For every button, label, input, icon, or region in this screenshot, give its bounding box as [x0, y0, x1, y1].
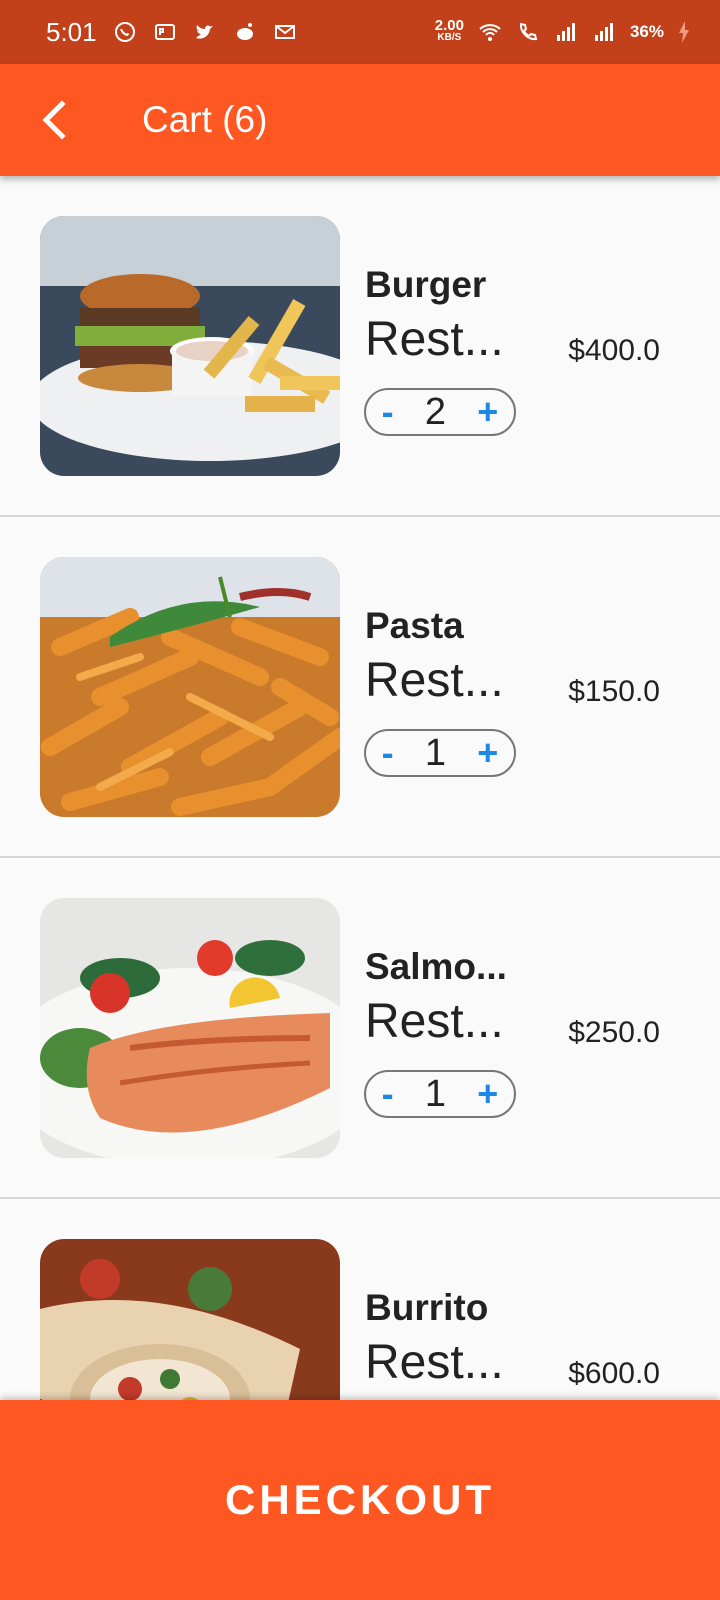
whatsapp-icon	[113, 20, 137, 44]
status-time: 5:01	[46, 16, 97, 47]
cart-item-burger[interactable]: Burger Rest... $400.0 - 2 +	[0, 176, 720, 517]
cart-list[interactable]: Burger Rest... $400.0 - 2 + Pasta Rest..…	[0, 176, 720, 1400]
item-restaurant: Rest...	[365, 995, 504, 1048]
increment-button[interactable]: +	[477, 735, 498, 771]
increment-button[interactable]: +	[477, 1076, 498, 1112]
cart-item-salmon[interactable]: Salmo... Rest... $250.0 - 1 +	[0, 858, 720, 1199]
quantity-stepper: - 1 +	[364, 729, 516, 777]
signal-2-icon	[592, 20, 616, 44]
item-price: $600.0	[568, 1357, 660, 1390]
paytm-icon	[153, 20, 177, 44]
food-image	[40, 557, 340, 817]
chevron-left-icon	[42, 100, 66, 140]
food-image	[40, 216, 340, 476]
quantity-value: 1	[424, 731, 447, 774]
page-title: Cart (6)	[142, 99, 268, 140]
cart-item-burrito[interactable]: Burrito Rest... $600.0	[0, 1199, 720, 1400]
quantity-stepper: - 2 +	[364, 388, 516, 436]
checkout-label: CHECKOUT	[225, 1476, 495, 1523]
net-speed-unit: KB/S	[437, 32, 462, 43]
increment-button[interactable]: +	[477, 394, 498, 430]
item-name: Pasta	[365, 605, 464, 646]
signal-icon	[554, 20, 578, 44]
decrement-button[interactable]: -	[382, 1076, 394, 1112]
decrement-button[interactable]: -	[382, 735, 394, 771]
checkout-button[interactable]: CHECKOUT	[0, 1400, 720, 1600]
status-left: 5:01	[46, 17, 297, 48]
item-name: Burrito	[365, 1287, 489, 1328]
charging-icon	[678, 20, 690, 44]
gmail-icon	[273, 20, 297, 44]
twitter-icon	[193, 20, 217, 44]
app-bar: Cart (6)	[0, 64, 720, 176]
item-price: $250.0	[568, 1016, 660, 1049]
net-speed-value: 2.00	[434, 17, 464, 34]
food-image	[40, 1239, 340, 1400]
food-image	[40, 898, 340, 1158]
net-speed: 2.00 KB/S	[434, 17, 464, 44]
item-restaurant: Rest...	[365, 1336, 504, 1389]
quantity-value: 2	[424, 390, 447, 433]
decrement-button[interactable]: -	[382, 394, 394, 430]
status-right: 2.00 KB/S 36%	[434, 17, 690, 44]
item-price: $400.0	[568, 334, 660, 367]
cart-item-pasta[interactable]: Pasta Rest... $150.0 - 1 +	[0, 517, 720, 858]
item-price: $150.0	[568, 675, 660, 708]
back-button[interactable]	[26, 90, 86, 150]
quantity-value: 1	[424, 1072, 447, 1115]
volte-call-icon	[516, 20, 540, 44]
item-name: Burger	[365, 264, 487, 305]
reddit-icon	[233, 20, 257, 44]
battery-percentage: 36%	[629, 22, 664, 41]
quantity-stepper: - 1 +	[364, 1070, 516, 1118]
status-bar: 5:01 2.00 KB/S 36%	[0, 0, 720, 64]
item-restaurant: Rest...	[365, 313, 504, 366]
wifi-icon	[478, 20, 502, 44]
item-name: Salmo...	[365, 946, 507, 987]
item-restaurant: Rest...	[365, 654, 504, 707]
